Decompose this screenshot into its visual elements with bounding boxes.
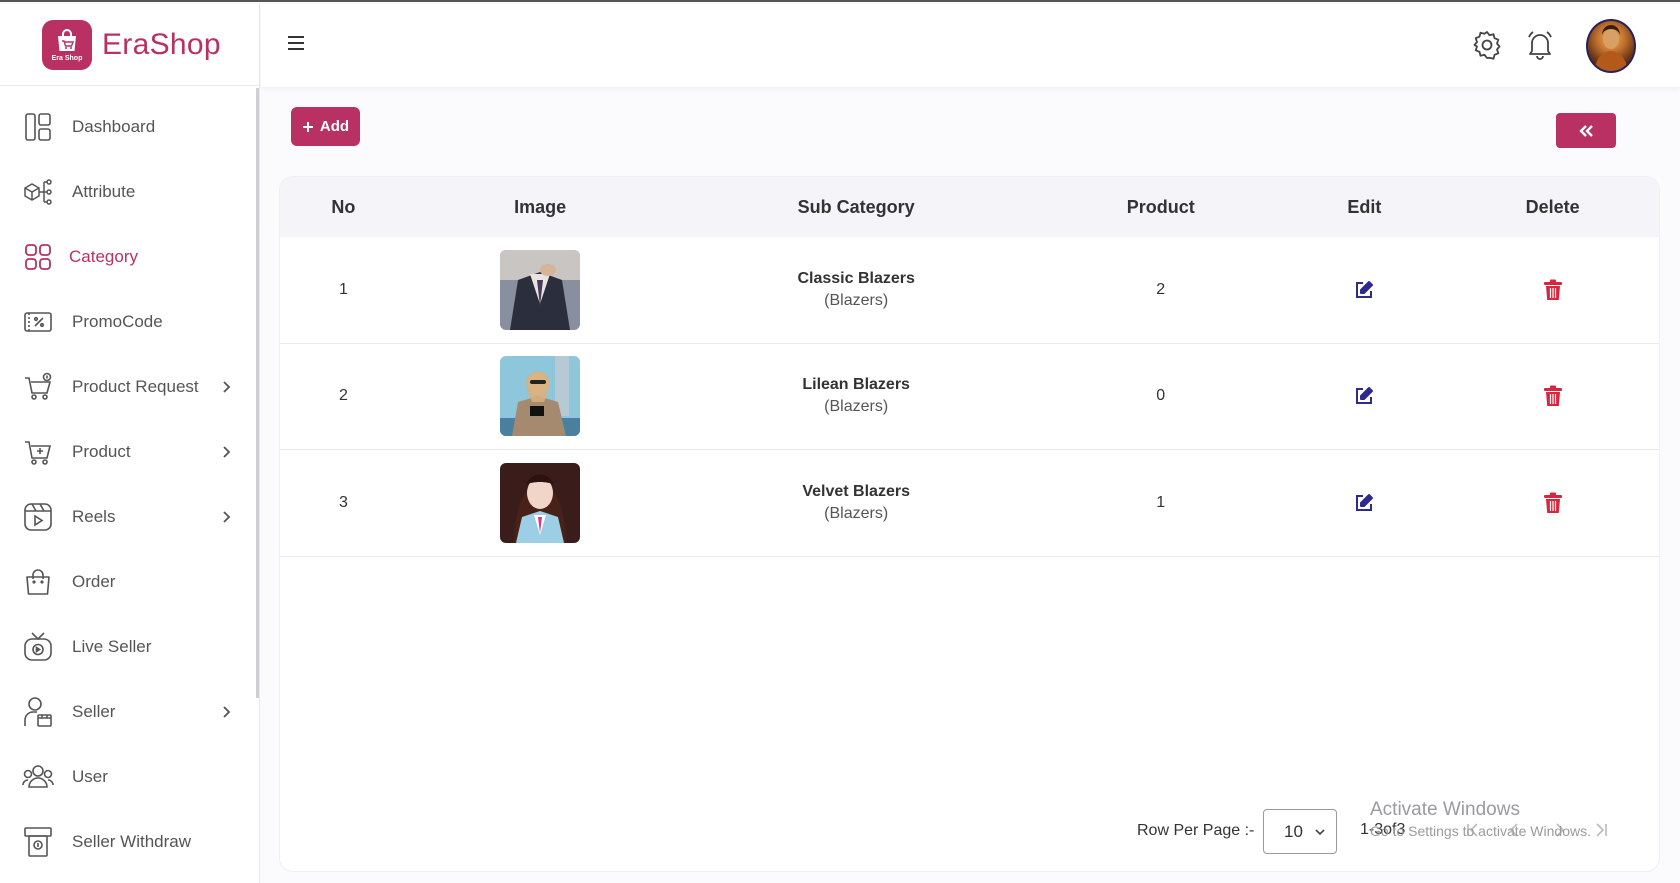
col-header-image: Image xyxy=(514,196,567,217)
users-icon xyxy=(22,761,54,793)
sidebar-item-label: Dashboard xyxy=(72,116,156,136)
col-header-delete: Delete xyxy=(1525,196,1580,217)
shopping-bag-logo-icon xyxy=(58,28,76,51)
parent-category: (Blazers) xyxy=(824,504,889,522)
brand-logo: Era Shop xyxy=(42,19,92,70)
hamburger-icon[interactable] xyxy=(286,34,306,52)
plus-icon xyxy=(302,121,313,132)
sidebar-item-label: PromoCode xyxy=(72,311,163,331)
add-button[interactable]: Add xyxy=(291,107,360,146)
edit-icon[interactable] xyxy=(1354,280,1374,300)
logo-text: Era Shop xyxy=(51,54,83,62)
col-header-sub-category: Sub Category xyxy=(797,196,915,217)
col-header-product: Product xyxy=(1126,196,1195,217)
subcategory-table-card: No Image Sub Category Product Edit Delet… xyxy=(279,176,1660,872)
subcategory-name: Velvet Blazers xyxy=(802,482,910,500)
row-number: 1 xyxy=(338,280,348,298)
sidebar-item-seller-withdraw[interactable]: Seller Withdraw xyxy=(0,809,259,874)
sidebar-item-label: Order xyxy=(72,571,116,591)
seller-icon xyxy=(22,696,54,728)
activate-windows-watermark: Activate Windows Go to Settings to activ… xyxy=(1370,799,1591,839)
category-icon xyxy=(22,241,54,273)
promocode-icon xyxy=(22,306,54,338)
rows-per-page-value: 10 xyxy=(1284,821,1303,841)
sidebar-item-order[interactable]: Order xyxy=(0,549,259,614)
trash-icon[interactable] xyxy=(1543,279,1563,301)
sidebar-item-label: Live Seller xyxy=(72,636,152,656)
sidebar-item-label: Reels xyxy=(72,506,116,526)
add-button-label: Add xyxy=(319,118,350,135)
rows-per-page-label: Row Per Page :- xyxy=(1137,822,1255,839)
chevron-down-icon xyxy=(1315,829,1325,836)
sidebar-item-label: Seller Withdraw xyxy=(72,831,192,851)
cart-request-icon xyxy=(22,371,54,403)
sidebar-scrollbar[interactable] xyxy=(256,88,259,698)
product-count: 1 xyxy=(1156,493,1166,511)
col-header-edit: Edit xyxy=(1347,196,1382,217)
reels-icon xyxy=(22,501,54,533)
table-row: 3 Velvet Blazers (Blazers) 1 xyxy=(280,450,1659,557)
col-header-no: No xyxy=(331,196,356,217)
sidebar-item-label: Category xyxy=(69,246,138,266)
product-count: 0 xyxy=(1156,387,1166,405)
edit-icon[interactable] xyxy=(1354,493,1374,513)
subcategory-name: Classic Blazers xyxy=(797,269,915,287)
sidebar-item-label: User xyxy=(72,766,108,786)
tv-icon xyxy=(22,631,54,663)
sidebar: Era Shop EraShop Dashboard Attribute Cat… xyxy=(0,4,260,883)
avatar-image xyxy=(1594,25,1628,71)
top-header xyxy=(261,4,1680,87)
last-page-icon[interactable] xyxy=(1592,821,1610,839)
chevron-right-icon xyxy=(223,445,231,458)
double-chevron-left-icon xyxy=(1579,124,1593,137)
subcategory-image xyxy=(500,249,581,330)
table-row: 1 Classic Blazers (Blazers) 2 xyxy=(280,237,1659,344)
brand[interactable]: Era Shop EraShop xyxy=(0,4,259,86)
bell-icon[interactable] xyxy=(1524,29,1556,61)
sidebar-item-label: Attribute xyxy=(72,181,136,201)
attribute-icon xyxy=(22,176,54,208)
withdraw-icon xyxy=(22,826,54,858)
sidebar-item-product[interactable]: Product xyxy=(0,419,259,484)
sidebar-item-label: Product xyxy=(72,441,131,461)
sidebar-item-seller[interactable]: Seller xyxy=(0,679,259,744)
watermark-title: Activate Windows xyxy=(1370,799,1520,820)
sidebar-item-category[interactable]: Category xyxy=(0,224,259,289)
cart-add-icon xyxy=(22,436,54,468)
shopping-bag-icon xyxy=(22,566,54,598)
sidebar-item-promocode[interactable]: PromoCode xyxy=(0,289,259,354)
sidebar-item-user[interactable]: User xyxy=(0,744,259,809)
product-count: 2 xyxy=(1156,280,1166,298)
sidebar-item-product-request[interactable]: Product Request xyxy=(0,354,259,419)
subcategory-image xyxy=(500,462,581,543)
subcategory-image xyxy=(500,356,581,437)
chevron-right-icon xyxy=(223,510,231,523)
sidebar-item-dashboard[interactable]: Dashboard xyxy=(0,94,259,159)
collapse-button[interactable] xyxy=(1556,113,1616,148)
parent-category: (Blazers) xyxy=(824,291,889,309)
settings-icon[interactable] xyxy=(1471,29,1503,61)
brand-name: EraShop xyxy=(102,27,221,61)
chevron-right-icon xyxy=(223,705,231,718)
sidebar-item-live-seller[interactable]: Live Seller xyxy=(0,614,259,679)
watermark-subtitle: Go to Settings to activate Windows. xyxy=(1370,823,1591,839)
row-number: 2 xyxy=(338,387,348,405)
subcategory-name: Lilean Blazers xyxy=(802,376,910,394)
trash-icon[interactable] xyxy=(1543,492,1563,514)
table-header: No Image Sub Category Product Edit Delet… xyxy=(280,177,1659,237)
sidebar-item-label: Seller xyxy=(72,701,116,721)
table-row: 2 Lilean Blazers (Blazers) 0 xyxy=(280,344,1659,450)
dashboard-icon xyxy=(22,111,54,143)
sidebar-nav: Dashboard Attribute Category PromoCode P… xyxy=(0,94,259,874)
sidebar-item-reels[interactable]: Reels xyxy=(0,484,259,549)
edit-icon[interactable] xyxy=(1354,386,1374,406)
sidebar-item-attribute[interactable]: Attribute xyxy=(0,159,259,224)
avatar[interactable] xyxy=(1586,19,1636,73)
row-number: 3 xyxy=(338,493,348,511)
sidebar-item-label: Product Request xyxy=(72,376,199,396)
chevron-right-icon xyxy=(223,380,231,393)
trash-icon[interactable] xyxy=(1543,385,1563,407)
rows-per-page-select[interactable]: 10 xyxy=(1263,809,1337,854)
parent-category: (Blazers) xyxy=(824,398,889,416)
